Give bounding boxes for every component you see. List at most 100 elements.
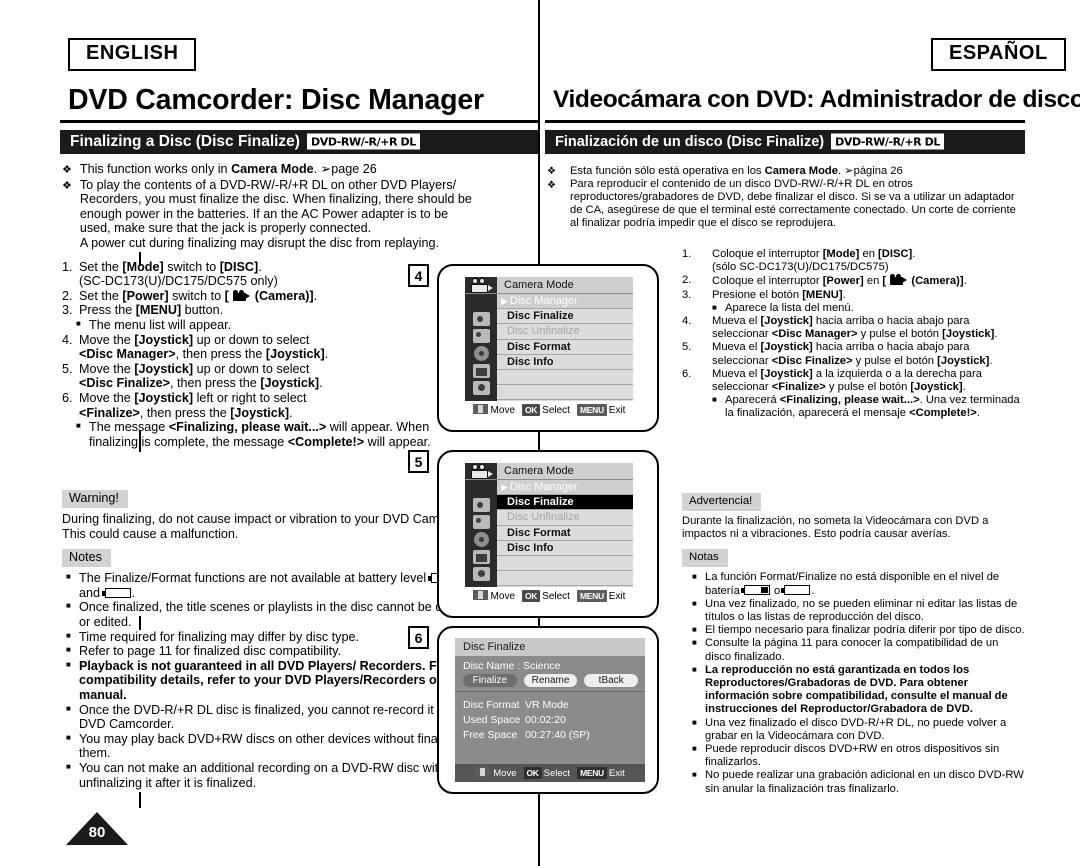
disc-type-badge-english: DVD-RW/-R/+R DL: [306, 133, 420, 150]
step-text: Coloque el interruptor [Power] en [ (Cam…: [712, 274, 967, 288]
df-value: 00:27:40 (SP): [525, 729, 590, 741]
step-number: 3.: [682, 288, 692, 301]
spanish-note: ■ Consulte la página 11 para conocer la …: [682, 637, 1025, 663]
substep-text: Aparecerá <Finalizing, please wait...>. …: [725, 394, 1020, 420]
title-rule-spanish: [545, 120, 1025, 123]
df-value: 00:02:20: [525, 714, 566, 726]
df-label: Free Space: [463, 729, 518, 741]
lcd-menu-header: Camera Mode: [465, 463, 633, 480]
movie-icon[interactable]: [472, 515, 490, 529]
photo-icon[interactable]: [472, 312, 490, 326]
play-triangle-icon: ▶: [501, 296, 508, 306]
step-number: 6.: [682, 367, 692, 380]
menu-item-empty: [497, 370, 633, 386]
note-text: Playback is not guaranteed in all DVD Pl…: [79, 658, 477, 702]
square-bullet-icon: ■: [712, 302, 717, 312]
square-bullet-icon: ■: [692, 638, 697, 648]
warning-label-spanish: Advertencia!: [682, 493, 762, 511]
note-text: Una vez finalizado el disco DVD-R/+R DL,…: [705, 716, 1007, 742]
finalize-button[interactable]: Finalize: [463, 674, 517, 687]
lcd-footer-hints: Move OK Select MENU Exit: [465, 404, 633, 416]
df-label: Disc Format: [463, 699, 520, 711]
ok-key-icon: OK: [522, 404, 541, 416]
gear-icon[interactable]: [472, 567, 490, 581]
warning-text-english: During finalizing, do not cause impact o…: [62, 512, 478, 541]
back-button[interactable]: tBack: [584, 674, 639, 687]
spanish-step: 6. Mueva el [Joystick] a la izquierda o …: [682, 368, 1025, 394]
square-bullet-icon: ■: [692, 717, 697, 727]
spanish-intro-item: ❖ Esta función sólo está operativa en lo…: [547, 164, 1025, 178]
square-bullet-icon: ■: [692, 664, 697, 674]
tv-icon[interactable]: [472, 550, 490, 564]
square-bullet-icon: ■: [66, 601, 71, 611]
menu-item-disc-format[interactable]: Disc Format: [497, 526, 633, 541]
gear-icon[interactable]: [472, 381, 490, 395]
square-bullet-icon: ■: [712, 395, 717, 405]
df-disc-name: Disc Name : Science: [463, 660, 561, 672]
dpad-icon: [472, 404, 488, 414]
square-bullet-icon: ■: [66, 732, 71, 742]
df-title: Disc Finalize: [455, 638, 645, 656]
menu-item-disc-unfinalize: Disc Unfinalize: [497, 324, 633, 340]
disc-icon[interactable]: [473, 346, 489, 361]
spanish-note: ■ El tiempo necesario para finalizar pod…: [682, 624, 1025, 637]
df-label: Used Space: [463, 714, 521, 726]
step-number: 4.: [62, 332, 73, 347]
menu-item-label: Disc Manager: [509, 481, 578, 493]
language-badge-english: ENGLISH: [68, 38, 197, 71]
language-badge-spanish: ESPAÑOL: [931, 38, 1066, 71]
diamond-bullet-icon: ❖: [62, 179, 72, 192]
dpad-icon: [472, 590, 488, 600]
menu-item-disc-finalize[interactable]: Disc Finalize: [497, 495, 633, 511]
rename-button[interactable]: Rename: [523, 674, 578, 687]
substep-text: The menu list will appear.: [89, 317, 232, 332]
lcd-connector-line: [139, 616, 141, 630]
diamond-bullet-icon: ❖: [547, 180, 556, 192]
english-intro-text: To play the contents of a DVD-RW/-R/+R D…: [79, 177, 472, 250]
menu-item-disc-manager[interactable]: ▶ Disc Manager: [497, 294, 633, 310]
section-title-english: Finalizing a Disc (Disc Finalize): [70, 133, 300, 150]
step-text: Mueva el [Joystick] hacia arriba o hacia…: [712, 341, 993, 367]
menu-item-disc-info[interactable]: Disc Info: [497, 541, 633, 556]
df-row-free-space: Free Space 00:27:40 (SP): [463, 728, 645, 743]
menu-item-disc-finalize[interactable]: Disc Finalize: [497, 309, 633, 325]
movie-icon[interactable]: [472, 329, 490, 343]
section-title-spanish: Finalización de un disco (Disc Finalize): [555, 134, 825, 150]
step-number: 6.: [62, 390, 73, 405]
lcd-menu-list: ▶ Disc Manager Disc Finalize Disc Unfinal…: [497, 480, 633, 587]
note-text: La función Format/Finalize no está dispo…: [705, 571, 1000, 597]
english-note: ■ You can not make an additional recordi…: [62, 761, 480, 790]
photo-icon[interactable]: [472, 498, 490, 512]
step-badge: 6: [408, 626, 429, 649]
select-hint: OK Select: [523, 767, 570, 779]
tv-icon[interactable]: [472, 364, 490, 378]
move-hint: Move: [475, 767, 517, 779]
camcorder-icon: [465, 463, 497, 479]
move-hint: Move: [472, 590, 515, 602]
note-text: Una vez finalizado, no se pueden elimina…: [705, 597, 1018, 624]
lcd-connector-line: [139, 792, 141, 808]
lcd-mode-label: Camera Mode: [504, 465, 574, 477]
menu-item-disc-info[interactable]: Disc Info: [497, 355, 633, 370]
lcd-connector-line: [139, 430, 141, 452]
step-text: Press the [MENU] button.: [79, 303, 224, 318]
menu-item-disc-manager[interactable]: ▶ Disc Manager: [497, 480, 633, 496]
section-bar-spanish: Finalización de un disco (Disc Finalize)…: [545, 130, 1025, 154]
df-button-row: Finalize Rename tBack: [455, 674, 645, 692]
note-text: Consulte la página 11 para conocer la co…: [705, 637, 999, 663]
disc-icon[interactable]: [473, 532, 489, 547]
note-text: The Finalize/Format functions are not av…: [79, 571, 480, 600]
spanish-substep: ■ Aparecerá <Finalizing, please wait...>…: [682, 394, 1025, 420]
note-text: Once the DVD-R/+R DL disc is finalized, …: [79, 702, 469, 732]
step-number: 3.: [62, 303, 73, 318]
square-bullet-icon: ■: [66, 572, 71, 582]
square-bullet-icon: ■: [692, 770, 697, 780]
ok-key-icon: OK: [522, 590, 541, 602]
menu-item-disc-format[interactable]: Disc Format: [497, 340, 633, 355]
lcd-frame: Camera Mode ▶ Disc Manager Disc Finalize …: [437, 264, 659, 432]
spanish-note: ■ Una vez finalizado, no se pueden elimi…: [682, 598, 1025, 624]
lcd-frame: Disc Finalize Disc Name : Science Finali…: [437, 626, 659, 794]
note-text: Puede reproducir discos DVD+RW en otros …: [705, 743, 1000, 769]
menu-key-icon: MENU: [576, 590, 607, 602]
lcd-footer-hints: Move OK Select MENU Exit: [465, 590, 633, 602]
